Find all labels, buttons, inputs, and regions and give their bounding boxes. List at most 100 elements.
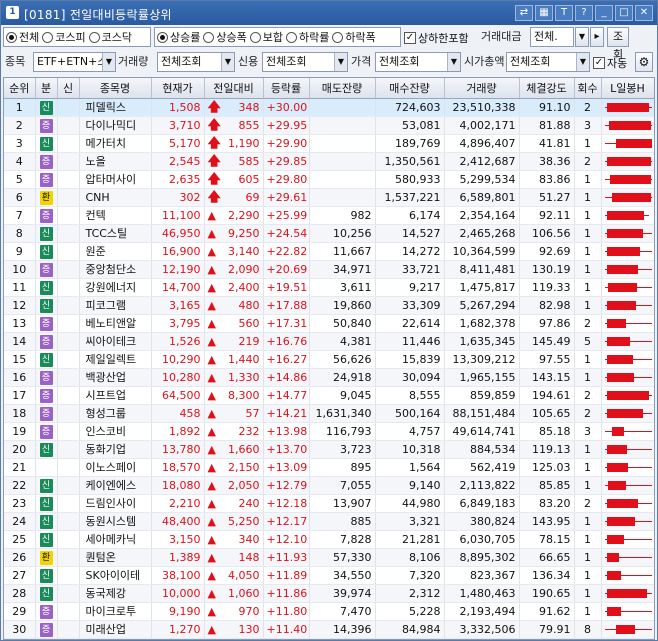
stock-name-cell: 강원에너지 — [79, 278, 152, 297]
column-header[interactable]: 거래량 — [444, 78, 520, 99]
include-upper-limit-checkbox[interactable]: ✓ 상하한포함 — [404, 30, 469, 46]
count-cell: 1 — [574, 368, 602, 387]
market-radio-2[interactable]: 코스닥 — [88, 29, 132, 45]
bid-remain-cell: 11,446 — [375, 332, 445, 351]
help-icon[interactable]: ? — [575, 5, 593, 21]
column-header[interactable]: 신 — [57, 78, 80, 99]
table-row[interactable]: 11 신 강원에너지 14,700 ▲ 2,400 +19.51 3,611 9,217 1,47… — [4, 278, 654, 297]
price-cell: 1,389 — [151, 548, 205, 567]
table-row[interactable]: 5 증 압타머사이 2,635 🡅 605 +29.80 580,933 5,299,534 83… — [4, 170, 654, 189]
table-row[interactable]: 22 신 케이엔에스 18,080 ▲ 2,050 +12.79 7,055 9,140 2,11… — [4, 476, 654, 495]
table-row[interactable]: 6 환 CNH 302 🡅 69 +29.61 1,537,221 6,589,801 51.27… — [4, 188, 654, 207]
credit-select[interactable]: 전체조회 ▼ — [262, 52, 348, 72]
column-header[interactable]: L일봉H — [601, 78, 654, 99]
diff-cell: ▲ 219 — [204, 332, 264, 351]
swap-icon[interactable]: ⇄ — [515, 5, 533, 21]
column-header[interactable]: 매도잔량 — [309, 78, 376, 99]
column-header[interactable]: 순위 — [4, 78, 36, 99]
column-header[interactable]: 현재가 — [151, 78, 205, 99]
table-row[interactable]: 15 신 제일일렉트 10,290 ▲ 1,440 +16.27 56,626 15,839 13… — [4, 350, 654, 369]
maximize-icon[interactable]: □ — [615, 5, 633, 21]
table-body: 1 신 피델릭스 1,508 🡅 348 +30.00 724,603 23,510,338 91… — [4, 98, 654, 639]
table-row[interactable]: 30 증 미래산업 1,270 ▲ 130 +11.40 14,396 84,984 3,332,… — [4, 620, 654, 639]
up-triangle-icon: ▲ — [207, 280, 216, 294]
volume-value: 전체. — [534, 30, 558, 43]
price-select[interactable]: 전체조회 ▼ — [375, 52, 461, 72]
table-row[interactable]: 2 증 다이나믹디 3,710 🡅 855 +29.95 53,081 4,002,171 81.… — [4, 116, 654, 135]
text-icon[interactable]: T — [555, 5, 573, 21]
column-header[interactable]: 체결강도 — [519, 78, 575, 99]
market-cap-select[interactable]: 전체조회 ▼ — [506, 52, 590, 72]
table-row[interactable]: 23 신 드림인사이 2,210 ▲ 240 +12.18 13,907 44,980 6,849… — [4, 494, 654, 513]
checkbox-box: ✓ — [404, 32, 416, 44]
table-row[interactable]: 13 증 베노티앤알 3,795 ▲ 560 +17.31 50,840 22,614 1,682… — [4, 314, 654, 333]
minimize-icon[interactable]: _ — [595, 5, 613, 21]
strength-cell: 190.65 — [519, 584, 575, 603]
settings-button[interactable]: ⚙ — [635, 52, 653, 72]
table-row[interactable]: 29 증 마이크로투 9,190 ▲ 970 +11.80 7,470 5,228 2,193,4… — [4, 602, 654, 621]
diff-cell: 🡅 605 — [204, 170, 264, 189]
trade-volume-select[interactable]: 전체조회 ▼ — [157, 52, 235, 72]
count-cell: 1 — [574, 584, 602, 603]
strength-cell: 66.65 — [519, 548, 575, 567]
grid-icon[interactable]: ▦ — [535, 5, 553, 21]
auto-checkbox[interactable]: ✓ 자동 — [593, 55, 627, 71]
sort-radio-4[interactable]: 하락폭 — [332, 29, 376, 45]
tag-cell: 신 — [35, 278, 58, 297]
table-row[interactable]: 18 증 형성그룹 458 ▲ 57 +14.21 1,631,340 500,164 88,15… — [4, 404, 654, 423]
stock-name-cell: 백광산업 — [79, 368, 152, 387]
table-row[interactable]: 25 신 세아메카닉 3,150 ▲ 340 +12.10 7,828 21,281 6,030,… — [4, 530, 654, 549]
column-header[interactable]: 회수 — [574, 78, 602, 99]
volume-more-button[interactable]: ▸ — [590, 27, 604, 47]
table-row[interactable]: 8 신 TCC스틸 46,950 ▲ 9,250 +24.54 10,256 14,527 2,4… — [4, 224, 654, 243]
ranking-table[interactable]: 순위 분 신 종목명 현재가 전일대비 등락률 매도잔량 매수잔량 거래량 체결강도 회수 L일봉H 1… — [3, 77, 655, 640]
table-row[interactable]: 21 이노스페이 18,570 ▲ 2,150 +13.09 895 1,564 562,419… — [4, 458, 654, 477]
table-row[interactable]: 20 신 동화기업 13,780 ▲ 1,660 +13.70 3,723 10,318 884,… — [4, 440, 654, 459]
sort-radio-1[interactable]: 상승폭 — [203, 29, 247, 45]
up-triangle-icon: ▲ — [207, 244, 216, 258]
sort-radio-2[interactable]: 보합 — [249, 29, 283, 45]
close-icon[interactable]: ✕ — [635, 5, 653, 21]
strength-cell: 97.55 — [519, 350, 575, 369]
rank-cell: 24 — [4, 512, 36, 531]
table-row[interactable]: 28 신 동국제강 10,000 ▲ 1,060 +11.86 39,974 2,312 1,48… — [4, 584, 654, 603]
table-row[interactable]: 12 신 피코그램 3,165 ▲ 480 +17.88 19,860 33,309 5,267,… — [4, 296, 654, 315]
daily-bar-cell — [601, 296, 654, 315]
stock-select[interactable]: ETF+ETN+스팩 ▼ — [33, 52, 116, 72]
table-row[interactable]: 19 증 인스코비 1,892 ▲ 232 +13.98 116,793 4,757 49,614… — [4, 422, 654, 441]
title-bar[interactable]: 1 [0181] 전일대비등락률상위 ⇄ ▦ T? _ □ ✕ — [1, 1, 657, 25]
table-row[interactable]: 10 증 중앙첨단소 12,190 ▲ 2,090 +20.69 34,971 33,721 8,… — [4, 260, 654, 279]
sort-radio-3[interactable]: 하락률 — [286, 29, 329, 45]
count-cell: 2 — [574, 152, 602, 171]
volume-dropdown-button[interactable]: ▼ — [575, 27, 589, 47]
credit-cell — [57, 404, 80, 423]
table-row[interactable]: 3 신 메가터치 5,170 🡅 1,190 +29.90 189,769 4,896,407 4… — [4, 134, 654, 153]
table-row[interactable]: 4 증 노을 2,545 🡅 585 +29.85 1,350,561 2,412,687 38.… — [4, 152, 654, 171]
volume-select[interactable]: 전체. — [530, 27, 574, 47]
table-row[interactable]: 16 증 백광산업 10,280 ▲ 1,330 +14.86 24,918 30,094 1,9… — [4, 368, 654, 387]
table-row[interactable]: 26 환 퀀텀온 1,389 ▲ 148 +11.93 57,330 8,106 8,895,30… — [4, 548, 654, 567]
column-header[interactable]: 매수잔량 — [375, 78, 445, 99]
table-row[interactable]: 7 증 컨텍 11,100 ▲ 2,290 +25.99 982 6,174 2,354,164 9… — [4, 206, 654, 225]
bid-remain-cell: 14,272 — [375, 242, 445, 261]
tag-cell: 증 — [35, 602, 58, 621]
table-row[interactable]: 24 신 동원시스템 48,400 ▲ 5,250 +12.17 885 3,321 380,82… — [4, 512, 654, 531]
table-row[interactable]: 27 신 SK아이이테 38,100 ▲ 4,050 +11.89 34,550 7,320 82… — [4, 566, 654, 585]
market-radio-0[interactable]: 전체 — [6, 29, 39, 45]
up-triangle-icon: ▲ — [207, 586, 216, 600]
up-triangle-icon: ▲ — [207, 334, 216, 348]
column-header[interactable]: 종목명 — [79, 78, 152, 99]
table-row[interactable]: 9 신 원준 16,900 ▲ 3,140 +22.82 11,667 14,272 10,364… — [4, 242, 654, 261]
column-header[interactable]: 전일대비 — [204, 78, 264, 99]
daily-candle-body — [608, 282, 638, 292]
market-radio-1[interactable]: 코스피 — [42, 29, 86, 45]
column-header[interactable]: 분 — [35, 78, 58, 99]
sort-radio-0[interactable]: 상승률 — [157, 29, 200, 45]
table-row[interactable]: 14 증 씨아이테크 1,526 ▲ 219 +16.76 4,381 11,446 1,635,… — [4, 332, 654, 351]
query-button[interactable]: 조회 — [607, 27, 629, 61]
column-header[interactable]: 등락률 — [263, 78, 310, 99]
strength-cell: 41.81 — [519, 134, 575, 153]
table-row[interactable]: 17 증 시프트업 64,500 ▲ 8,300 +14.77 9,045 8,555 859,8… — [4, 386, 654, 405]
strength-cell: 92.11 — [519, 206, 575, 225]
table-row[interactable]: 1 신 피델릭스 1,508 🡅 348 +30.00 724,603 23,510,338 91… — [4, 98, 654, 117]
